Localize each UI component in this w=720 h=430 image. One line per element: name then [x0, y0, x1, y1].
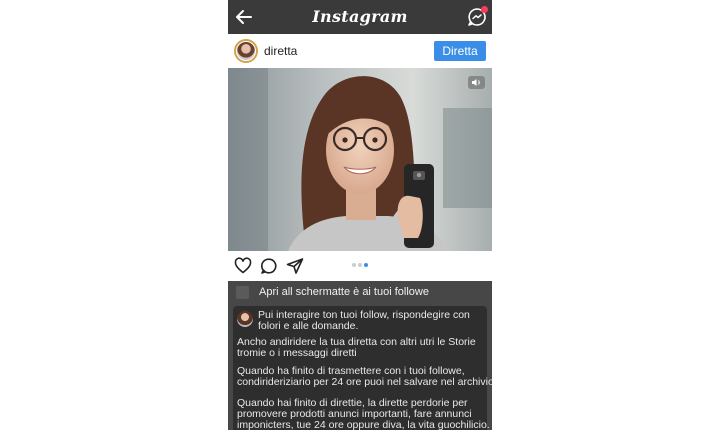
phone-screen: Instagram diretta Diretta Apri all scher… [228, 0, 492, 430]
post-actions [228, 251, 492, 281]
panel-line-4: tromie o i messaggi diretti [237, 347, 357, 359]
notification-dot [481, 6, 488, 13]
panel-line-6: condirideriziario per 24 ore puoi nel sa… [237, 376, 492, 388]
app-logo: Instagram [312, 7, 408, 26]
live-button[interactable]: Diretta [434, 41, 486, 61]
panel-line-9: imponicters, tue 24 ore oppure diva, la … [237, 419, 490, 430]
carousel-indicator [352, 263, 372, 269]
info-bar[interactable]: Apri all schermatte è ai tuoi followe [228, 281, 492, 304]
info-bar-text: Apri all schermatte è ai tuoi followe [259, 286, 429, 298]
volume-icon[interactable] [468, 76, 485, 89]
panel-line-2: folori e alle domande. [258, 320, 359, 332]
comment-icon[interactable] [260, 257, 278, 275]
post-photo[interactable] [228, 68, 492, 251]
post-header: diretta Diretta [228, 34, 492, 68]
heart-icon[interactable] [234, 257, 252, 275]
panel-avatar [237, 311, 253, 327]
top-bar: Instagram [228, 0, 492, 34]
username[interactable]: diretta [264, 44, 297, 58]
send-icon[interactable] [286, 257, 304, 275]
checkbox[interactable] [236, 286, 249, 299]
avatar[interactable] [234, 39, 258, 63]
